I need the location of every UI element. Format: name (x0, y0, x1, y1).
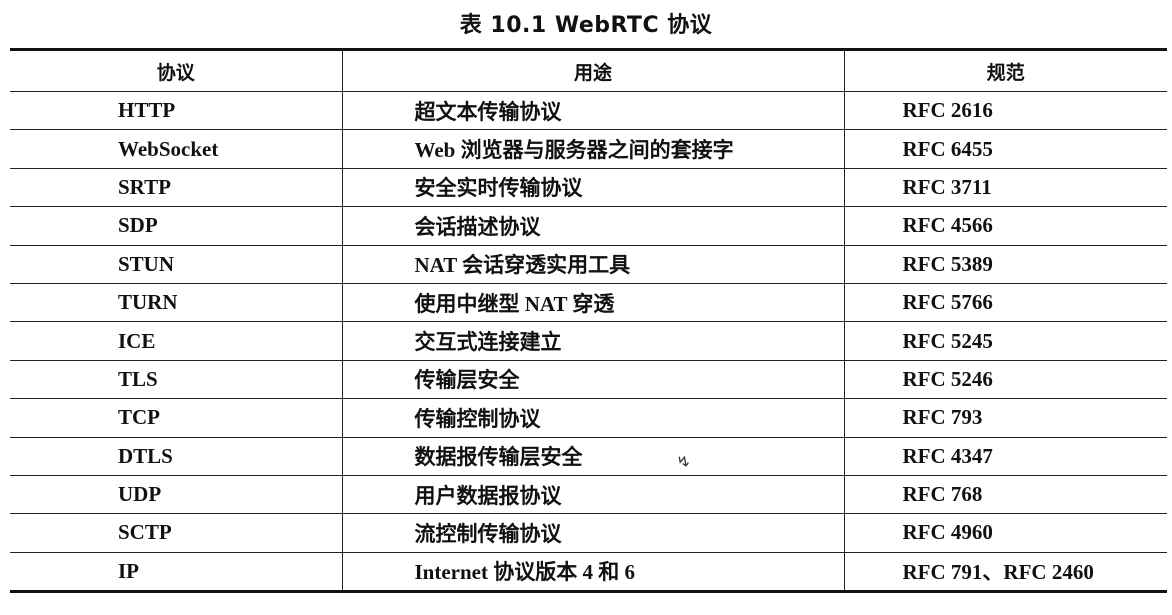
header-row: 协议 用途 规范 (10, 48, 1167, 92)
table-row: UDP 用户数据报协议 RFC 768 (10, 475, 1167, 515)
spec-cell: RFC 5766 (843, 283, 1167, 323)
header-spec: 规范 (843, 48, 1167, 92)
table-row: DTLS 数据报传输层安全 RFC 4347 (10, 437, 1167, 476)
usage-cell: Internet 协议版本 4 和 6 (341, 552, 844, 594)
table-row: ICE 交互式连接建立 RFC 5245 (10, 321, 1167, 361)
usage-cell: 用户数据报协议 (341, 475, 844, 515)
table-row: SRTP 安全实时传输协议 RFC 3711 (10, 168, 1167, 208)
protocol-cell: IP (10, 552, 342, 594)
table-row: SDP 会话描述协议 RFC 4566 (10, 206, 1167, 246)
table-row: TURN 使用中继型 NAT 穿透 RFC 5766 (10, 283, 1167, 323)
spec-cell: RFC 4960 (843, 513, 1167, 553)
usage-cell: 会话描述协议 (341, 206, 844, 246)
usage-cell: 传输控制协议 (341, 398, 844, 438)
protocol-cell: SCTP (10, 513, 342, 553)
table-row: TLS 传输层安全 RFC 5246 (10, 360, 1167, 400)
usage-cell: 流控制传输协议 (341, 513, 844, 553)
table-row: STUN NAT 会话穿透实用工具 RFC 5389 (10, 245, 1167, 284)
spec-cell: RFC 4347 (843, 437, 1167, 476)
spec-cell: RFC 5389 (843, 245, 1167, 284)
table-row: WebSocket Web 浏览器与服务器之间的套接字 RFC 6455 (10, 129, 1167, 169)
usage-cell: 传输层安全 (341, 360, 844, 400)
spec-cell: RFC 3711 (843, 168, 1167, 208)
spec-cell: RFC 793 (843, 398, 1167, 438)
protocol-cell: UDP (10, 475, 342, 515)
usage-cell: 数据报传输层安全 (341, 437, 844, 476)
protocol-cell: TCP (10, 398, 342, 438)
protocol-table: 协议 用途 规范 HTTP 超文本传输协议 RFC 2616 WebSocket… (10, 48, 1167, 594)
usage-cell: Web 浏览器与服务器之间的套接字 (341, 129, 844, 169)
usage-cell: 交互式连接建立 (341, 321, 844, 361)
header-usage: 用途 (341, 48, 844, 92)
spec-cell: RFC 768 (843, 475, 1167, 515)
protocol-cell: TURN (10, 283, 342, 323)
protocol-cell: STUN (10, 245, 342, 284)
protocol-cell: ICE (10, 321, 342, 361)
protocol-cell: SDP (10, 206, 342, 246)
protocol-cell: DTLS (10, 437, 342, 476)
usage-cell: 安全实时传输协议 (341, 168, 844, 208)
table-header: 协议 用途 规范 (10, 48, 1167, 92)
usage-cell: 超文本传输协议 (341, 91, 844, 131)
table-row: SCTP 流控制传输协议 RFC 4960 (10, 513, 1167, 553)
table-row: HTTP 超文本传输协议 RFC 2616 (10, 91, 1167, 131)
protocol-cell: SRTP (10, 168, 342, 208)
spec-cell: RFC 2616 (843, 91, 1167, 131)
table-body: HTTP 超文本传输协议 RFC 2616 WebSocket Web 浏览器与… (10, 91, 1167, 594)
spec-cell: RFC 4566 (843, 206, 1167, 246)
table-row: TCP 传输控制协议 RFC 793 (10, 398, 1167, 438)
spec-cell: RFC 5246 (843, 360, 1167, 400)
protocol-cell: HTTP (10, 91, 342, 131)
protocol-cell: WebSocket (10, 129, 342, 169)
usage-cell: 使用中继型 NAT 穿透 (341, 283, 844, 323)
header-protocol: 协议 (10, 48, 342, 92)
protocol-table-container: 协议 用途 规范 HTTP 超文本传输协议 RFC 2616 WebSocket… (10, 48, 1167, 594)
spec-cell: RFC 791、RFC 2460 (843, 552, 1167, 594)
usage-cell: NAT 会话穿透实用工具 (341, 245, 844, 284)
protocol-cell: TLS (10, 360, 342, 400)
table-caption: 表 10.1 WebRTC 协议 (459, 13, 713, 38)
spec-cell: RFC 6455 (843, 129, 1167, 169)
spec-cell: RFC 5245 (843, 321, 1167, 361)
table-row: IP Internet 协议版本 4 和 6 RFC 791、RFC 2460 (10, 552, 1167, 594)
